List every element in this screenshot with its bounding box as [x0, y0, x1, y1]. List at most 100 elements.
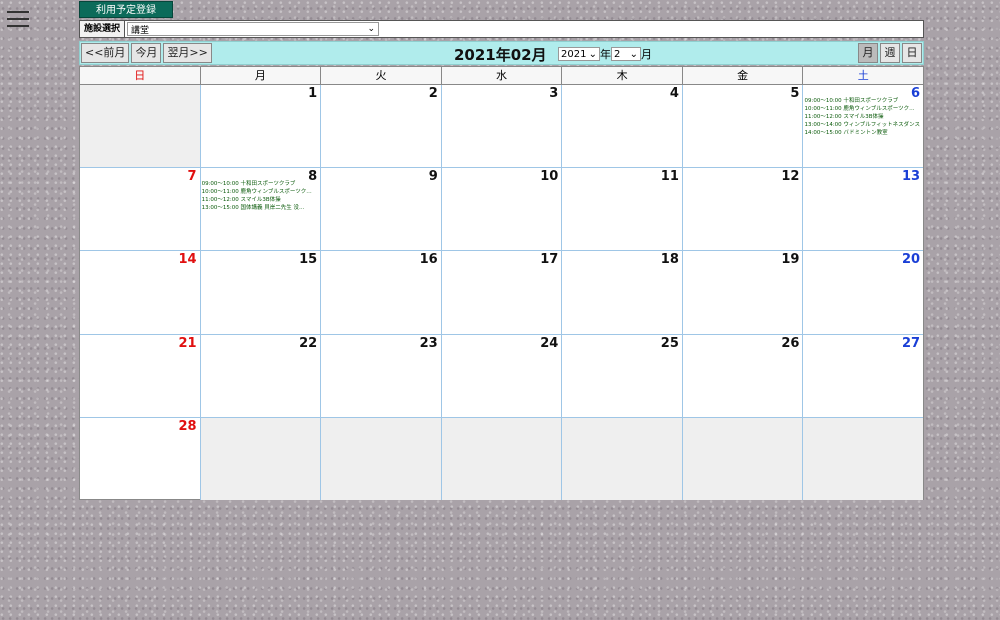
calendar-day-empty: [562, 417, 683, 501]
calendar-week: 28: [80, 417, 924, 501]
event-item[interactable]: 09:00～10:00 十和田スポーツクラブ: [804, 97, 922, 105]
calendar-title: 2021年02月: [454, 46, 547, 64]
calendar-day[interactable]: 26: [683, 334, 804, 417]
chevron-down-icon: ⌄: [588, 48, 597, 60]
calendar-day[interactable]: 17: [442, 251, 563, 334]
day-number: 23: [419, 335, 438, 351]
calendar-day[interactable]: 7: [80, 168, 201, 251]
weekday-header: 日 月 火 水 木 金 土: [80, 67, 924, 85]
calendar-day-empty: [682, 417, 804, 501]
day-number: 3: [549, 86, 559, 101]
event-item[interactable]: 13:00～15:00 国体講義 貝岸二先生 没…: [202, 204, 320, 212]
day-number: 27: [901, 335, 921, 351]
weekday-wed: 水: [441, 67, 563, 84]
calendar-day[interactable]: 4: [562, 85, 683, 168]
calendar-day[interactable]: 24: [442, 334, 563, 417]
day-number: 20: [901, 252, 921, 268]
day-number: 11: [660, 169, 679, 185]
calendar-day[interactable]: 12: [683, 168, 804, 251]
calendar-day[interactable]: 22: [201, 334, 322, 417]
register-schedule-button[interactable]: 利用予定登録: [79, 1, 173, 18]
calendar-day[interactable]: 25: [562, 334, 683, 417]
day-number: 13: [901, 169, 921, 185]
next-month-button[interactable]: 翌月>>: [163, 43, 212, 63]
day-number: 5: [790, 86, 800, 101]
calendar-day[interactable]: 20: [803, 251, 923, 333]
weekday-thu: 木: [562, 67, 683, 84]
event-item[interactable]: 13:00～14:00 ウィンブルフィットネスダンス: [804, 121, 922, 129]
calendar-day[interactable]: 27: [803, 335, 923, 417]
calendar-day[interactable]: 21: [80, 334, 201, 417]
calendar-day-empty: [200, 417, 322, 501]
calendar-week: 21 22 23 24 25 26 27: [80, 334, 923, 418]
calendar-day[interactable]: 3: [442, 85, 563, 168]
month-view-button[interactable]: 月: [858, 43, 878, 63]
day-number: 10: [540, 169, 559, 185]
day-number: 18: [660, 252, 679, 268]
calendar-day[interactable]: 2: [321, 85, 442, 168]
calendar-day-empty: [441, 417, 563, 501]
weekday-tue: 火: [321, 67, 442, 84]
event-item[interactable]: 11:00～12:00 スマイル3B体操: [202, 196, 320, 204]
day-number: 24: [540, 335, 559, 351]
day-number: 14: [178, 252, 197, 268]
day-number: 17: [540, 252, 559, 268]
day-number: 7: [187, 169, 197, 185]
weekday-sat: 土: [803, 67, 924, 84]
menu-icon[interactable]: [7, 11, 29, 29]
calendar-day-empty: [321, 417, 442, 501]
year-select-value: 2021: [561, 48, 587, 60]
day-number: 12: [781, 169, 800, 185]
calendar-day-empty: [803, 417, 924, 501]
year-select[interactable]: 2021 ⌄: [558, 47, 600, 61]
calendar-day[interactable]: 10: [442, 168, 563, 251]
day-number: 22: [299, 335, 318, 351]
facility-select-value: 講堂: [131, 25, 150, 36]
calendar-day[interactable]: 6 09:00～10:00 十和田スポーツクラブ 10:00～11:00 鹿角ウィン…: [803, 85, 923, 167]
calendar-day-empty: [80, 85, 201, 168]
calendar-day[interactable]: 15: [201, 251, 322, 334]
facility-selector-row: 施設選択 講堂 ⌄: [79, 20, 924, 38]
calendar-week: 1 2 3 4 5 6 09:00～10:00 十和田スポーツクラブ 10:00～11:00 …: [80, 85, 923, 169]
calendar-day[interactable]: 9: [321, 168, 442, 251]
day-number: 21: [178, 335, 197, 351]
calendar-day[interactable]: 5: [683, 85, 804, 168]
year-suffix: 年: [600, 48, 611, 61]
calendar-day[interactable]: 16: [321, 251, 442, 334]
weekday-fri: 金: [682, 67, 804, 84]
calendar-week: 7 8 09:00～10:00 十和田スポーツクラブ 10:00～11:00 鹿角ウィ…: [80, 168, 923, 252]
weekday-sun: 日: [80, 67, 201, 84]
day-number: 28: [178, 418, 197, 434]
week-view-button[interactable]: 週: [880, 43, 900, 63]
event-item[interactable]: 14:00～15:00 バドミントン教室: [804, 129, 922, 137]
calendar-day[interactable]: 18: [562, 251, 683, 334]
calendar-day[interactable]: 23: [321, 334, 442, 417]
event-item[interactable]: 09:00～10:00 十和田スポーツクラブ: [202, 180, 320, 188]
day-number: 2: [428, 86, 438, 101]
event-item[interactable]: 11:00～12:00 スマイル3B体操: [804, 113, 922, 121]
event-item[interactable]: 10:00～11:00 鹿角ウィンブルスポーツク…: [202, 188, 320, 196]
calendar-day[interactable]: 8 09:00～10:00 十和田スポーツクラブ 10:00～11:00 鹿角ウィン…: [201, 168, 322, 251]
month-select[interactable]: 2 ⌄: [611, 47, 641, 61]
facility-label: 施設選択: [80, 21, 126, 37]
event-list: 09:00～10:00 十和田スポーツクラブ 10:00～11:00 鹿角ウィンブ…: [804, 97, 922, 137]
calendar-day[interactable]: 11: [562, 168, 683, 251]
calendar-day[interactable]: 1: [201, 85, 322, 168]
this-month-button[interactable]: 今月: [131, 43, 162, 63]
calendar-day[interactable]: 28: [80, 417, 201, 501]
day-number: 25: [660, 335, 679, 351]
calendar-day[interactable]: 13: [803, 168, 923, 250]
facility-select[interactable]: 講堂 ⌄: [127, 22, 380, 36]
day-number: 15: [299, 252, 318, 268]
chevron-down-icon: ⌄: [629, 48, 638, 60]
prev-month-button[interactable]: <<前月: [81, 43, 130, 63]
day-number: 4: [669, 86, 679, 101]
day-number: 9: [428, 169, 438, 185]
calendar-day[interactable]: 19: [683, 251, 804, 334]
month-calendar: 日 月 火 水 木 金 土 1 2 3 4 5 6 09:00～10:00 十和田スポーツク…: [79, 66, 924, 501]
day-view-button[interactable]: 日: [902, 43, 922, 63]
day-number: 26: [781, 335, 800, 351]
event-item[interactable]: 10:00～11:00 鹿角ウィンブルスポーツク…: [804, 105, 922, 113]
calendar-day[interactable]: 14: [80, 251, 201, 334]
event-list: 09:00～10:00 十和田スポーツクラブ 10:00～11:00 鹿角ウィンブ…: [202, 180, 320, 212]
